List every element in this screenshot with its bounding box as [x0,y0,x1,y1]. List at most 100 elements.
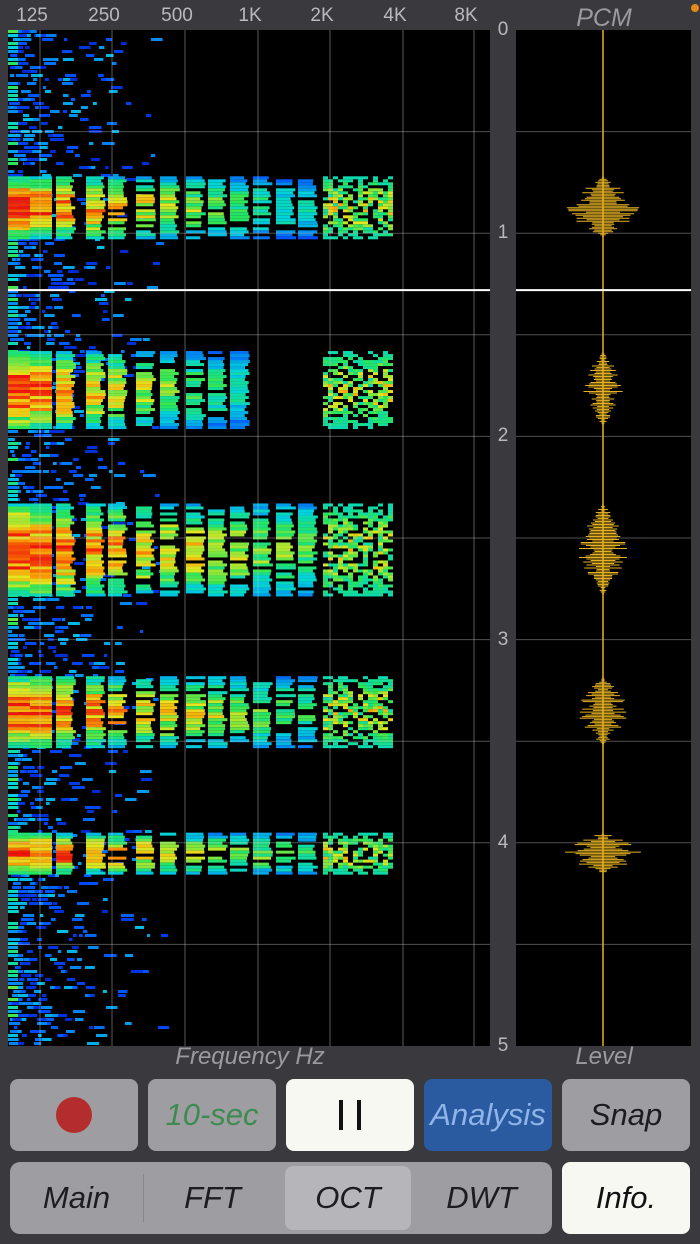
spectrogram-cell [8,203,30,207]
noise-cell [23,754,28,757]
noise-cell [8,602,18,605]
spectrogram-cell [160,706,178,710]
spectrogram-cell [136,533,152,537]
noise-cell [59,774,70,777]
analysis-button[interactable]: Analysis [424,1079,552,1151]
spectrogram-cell [186,363,205,367]
spectrogram-cell [383,676,388,680]
spectrogram-cell [353,515,358,519]
spectrogram-cell [338,396,343,400]
spectrogram-cell [383,575,388,579]
spectrogram-cell [56,563,71,567]
spectrogram-cell [333,745,338,749]
spectrogram-cell [333,715,338,719]
pause-button[interactable] [286,1079,414,1151]
noise-cell [50,294,60,297]
noise-cell [8,250,18,253]
spectrogram-cell [333,856,338,860]
spectrogram-cell [86,351,102,355]
noise-cell [18,142,29,145]
spectrogram-cell [56,375,76,379]
noise-cell [91,806,101,809]
spectrogram-cell [358,188,363,192]
spectrogram-cell [186,221,202,225]
spectrogram-cell [108,185,124,189]
spectrogram-cell [368,697,373,701]
spectrogram-cell [56,414,73,418]
spectrogram-cell [323,682,328,686]
spectrogram-cell [348,862,353,866]
spectrogram-cell [353,730,358,734]
snap-button[interactable]: Snap [562,1079,690,1151]
noise-cell [30,982,38,985]
spectrogram-cell [368,593,373,597]
spectrogram-cell [353,539,358,543]
spectrogram-cell [383,844,388,848]
spectrogram-cell [186,724,206,728]
spectrogram-cell [208,351,223,355]
spectrogram-cell [298,557,318,561]
spectrogram-cell [348,351,353,355]
spectrogram-cell [230,512,250,516]
spectrogram-cell [160,862,175,866]
spectrogram-cell [333,411,338,415]
spectrogram-cell [253,509,270,513]
spectrogram-cell [230,542,250,546]
spectrogram-cell [348,176,353,180]
spectrogram-cell [186,871,201,875]
spectrogram-cell [358,593,363,597]
spectrogram-cell [348,227,353,231]
spectrogram-cell [30,387,52,391]
pcm-waveform-panel[interactable] [516,30,691,1046]
spectrogram-cell [30,856,52,860]
noise-cell [21,254,31,257]
noise-cell [155,494,160,497]
spectrogram-cell [160,411,180,415]
spectrogram-cell [343,694,348,698]
spectrogram-cell [353,218,358,222]
noise-cell [36,926,47,929]
spectrogram-cell [378,721,383,725]
spectrogram-cell [378,417,383,421]
spectrogram-cell [298,700,313,704]
spectrogram-cell [86,706,103,710]
spectrogram-cell [230,584,249,588]
noise-cell [46,802,50,805]
noise-cell [125,1022,132,1025]
spectrogram-cell [343,221,348,225]
spectrogram-cell [373,697,378,701]
spectrogram-cell [253,862,269,866]
spectrogram-cell [86,715,105,719]
spectrogram-cell [230,360,250,364]
spectrogram-cell [208,357,225,361]
spectrogram-cell [56,176,72,180]
spectrogram-cell [30,832,52,836]
noise-cell [29,306,36,309]
spectrogram-cell [348,509,353,513]
tab-fft[interactable]: FFT [146,1162,279,1234]
spectrogram-canvas[interactable] [8,30,490,1046]
info-button[interactable]: Info. [562,1162,690,1234]
spectrogram-cell [388,575,393,579]
spectrogram-cell [30,369,52,373]
spectrogram-cell [86,218,102,222]
duration-button[interactable]: 10-sec [148,1079,276,1151]
spectrogram-cell [56,853,73,857]
record-button[interactable] [10,1079,138,1151]
spectrogram-cell [343,423,348,427]
tab-main[interactable]: Main [10,1162,143,1234]
spectrogram-cell [343,679,348,683]
tab-oct[interactable]: OCT [285,1166,411,1230]
spectrogram-cell [348,694,353,698]
spectrogram-cell [276,236,296,240]
spectrogram-cell [383,417,388,421]
spectrogram-cell [56,203,72,207]
spectrogram-cell [338,554,343,558]
spectrogram-cell [298,188,317,192]
spectrogram-cell [338,179,343,183]
spectrogram-cell [388,593,393,597]
tab-dwt[interactable]: DWT [415,1162,548,1234]
spectrogram-cell [353,503,358,507]
spectrogram-cell [30,417,52,421]
noise-cell [23,814,32,817]
